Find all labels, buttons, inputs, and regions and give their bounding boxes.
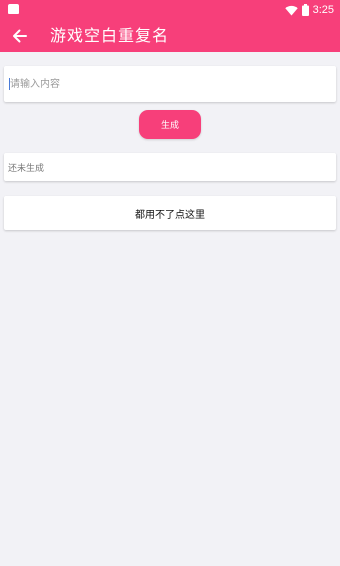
battery-icon [301, 4, 309, 16]
notification-app-icon [8, 4, 19, 14]
status-indicators: 3:25 [284, 2, 334, 18]
status-time: 3:25 [312, 4, 334, 16]
arrow-left-icon [13, 29, 27, 43]
app-bar: 游戏空白重复名 [0, 20, 340, 52]
result-card: 还未生成 [4, 153, 336, 181]
fallback-button-label: 都用不了点这里 [135, 209, 205, 221]
result-text: 还未生成 [8, 164, 45, 174]
wifi-icon [284, 5, 298, 16]
input-card [4, 66, 336, 102]
page-title: 游戏空白重复名 [50, 26, 170, 45]
back-button[interactable] [10, 26, 30, 46]
status-bar: 3:25 [0, 0, 340, 20]
fallback-button[interactable]: 都用不了点这里 [4, 196, 336, 230]
content-input[interactable] [10, 74, 328, 94]
generate-button[interactable]: 生成 [139, 110, 201, 139]
